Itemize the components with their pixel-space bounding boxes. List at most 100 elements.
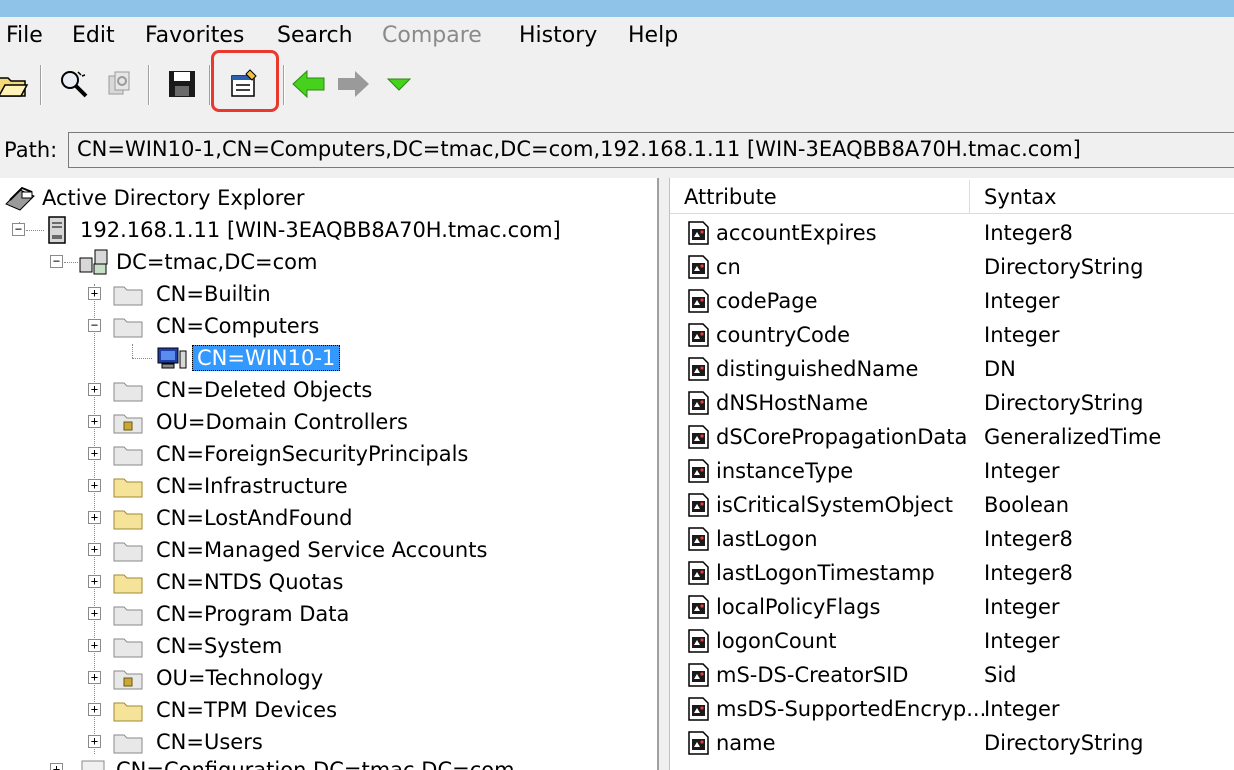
attribute-icon [688,255,709,279]
tree-node-server[interactable]: − 192.168.1.11 [WIN-3EAQBB8A70H.tmac.com… [12,214,561,246]
attribute-row[interactable]: dNSHostName DirectoryString [670,386,1234,420]
folder-icon [113,702,143,722]
tree-root-label: Active Directory Explorer [42,186,305,210]
tree-node-label: CN=LostAndFound [156,506,353,530]
attribute-row[interactable]: lastLogon Integer8 [670,522,1234,556]
expand-icon[interactable]: + [88,735,101,748]
save-icon[interactable] [163,65,201,103]
expand-icon[interactable]: + [88,511,101,524]
history-dropdown-icon[interactable] [380,65,418,103]
folder-icon [113,510,143,530]
server-icon [48,216,66,244]
attribute-row[interactable]: lastLogonTimestamp Integer8 [670,556,1234,590]
tree-node[interactable]: + CN=Managed Service Accounts [88,534,487,566]
attribute-row[interactable]: accountExpires Integer8 [670,216,1234,250]
tree-node[interactable]: + OU=Technology [88,662,323,694]
attribute-syntax: Integer [984,289,1060,313]
tree-node[interactable]: + CN=TPM Devices [88,694,337,726]
container-icon [113,286,143,306]
back-arrow-icon[interactable] [290,65,328,103]
menu-help[interactable]: Help [628,23,678,48]
properties-button-highlight [211,50,279,112]
search-icon[interactable] [55,65,93,103]
attribute-row[interactable]: codePage Integer [670,284,1234,318]
column-header-syntax[interactable]: Syntax [970,180,1234,214]
organizational-unit-icon [113,670,143,690]
collapse-icon[interactable]: − [50,255,63,268]
attribute-icon [688,357,709,381]
attribute-list: Attribute Syntax accountExpires Integer8 c… [669,178,1234,770]
attribute-name: msDS-SupportedEncryp... [716,697,987,721]
menu-search[interactable]: Search [277,23,353,48]
attribute-name: accountExpires [716,221,877,245]
tree-root-explorer[interactable]: Active Directory Explorer [2,182,305,214]
expand-icon[interactable]: + [88,543,101,556]
directory-tree: Active Directory Explorer − 192.168.1.11… [0,178,659,770]
collapse-icon[interactable]: − [88,319,101,332]
tree-node-label: CN=TPM Devices [156,698,338,722]
tree-node[interactable]: + CN=LostAndFound [88,502,352,534]
tree-node[interactable]: + CN=Deleted Objects [88,374,372,406]
attribute-syntax: Integer [984,323,1060,347]
expand-icon[interactable]: + [88,671,101,684]
computer-icon [157,347,187,369]
tree-node-label: CN=Deleted Objects [156,378,373,402]
menu-history[interactable]: History [519,23,597,48]
expand-icon[interactable]: + [88,415,101,428]
attribute-name: dSCorePropagationData [716,425,968,449]
attribute-syntax: DirectoryString [984,391,1144,415]
expand-icon[interactable]: + [88,607,101,620]
expand-icon[interactable]: + [88,287,101,300]
expand-icon[interactable]: + [50,763,63,770]
attribute-row[interactable]: dSCorePropagationData GeneralizedTime [670,420,1234,454]
tree-node-label: CN=ForeignSecurityPrincipals [156,442,469,466]
attribute-syntax: GeneralizedTime [984,425,1162,449]
expand-icon[interactable]: + [88,447,101,460]
tree-node-selected[interactable]: CN=WIN10-1 [154,342,341,374]
attribute-name: localPolicyFlags [716,595,881,619]
window-title-bar [0,0,1234,17]
attribute-row[interactable]: instanceType Integer [670,454,1234,488]
attribute-name: dNSHostName [716,391,869,415]
tree-node[interactable]: + CN=NTDS Quotas [88,566,343,598]
open-folder-icon[interactable] [0,65,32,103]
attribute-icon [688,663,709,687]
tree-node[interactable]: + CN=System [88,630,282,662]
attribute-row[interactable]: isCriticalSystemObject Boolean [670,488,1234,522]
menu-favorites[interactable]: Favorites [145,23,244,48]
tree-node-label: CN=Infrastructure [156,474,348,498]
attribute-row[interactable]: localPolicyFlags Integer [670,590,1234,624]
menu-edit[interactable]: Edit [72,23,115,48]
tree-node[interactable]: + CN=ForeignSecurityPrincipals [88,438,468,470]
container-icon [113,318,143,338]
container-icon [113,638,143,658]
attribute-icon [688,595,709,619]
tree-node[interactable]: − CN=Computers [88,310,319,342]
attribute-row[interactable]: msDS-SupportedEncryp... Integer [670,692,1234,726]
attribute-syntax: Integer [984,595,1060,619]
tree-node[interactable]: + CN=Infrastructure [88,470,348,502]
expand-icon[interactable]: + [88,575,101,588]
attribute-row[interactable]: logonCount Integer [670,624,1234,658]
attribute-row[interactable]: cn DirectoryString [670,250,1234,284]
column-header-attribute[interactable]: Attribute [670,180,970,214]
expand-icon[interactable]: + [88,383,101,396]
path-field[interactable]: CN=WIN10-1,CN=Computers,DC=tmac,DC=com,1… [68,132,1234,168]
expand-icon[interactable]: + [88,479,101,492]
attribute-row[interactable]: mS-DS-CreatorSID Sid [670,658,1234,692]
tree-node[interactable]: + CN=Program Data [88,598,349,630]
pane-splitter[interactable] [659,178,669,770]
collapse-icon[interactable]: − [12,223,25,236]
attribute-row[interactable]: countryCode Integer [670,318,1234,352]
attribute-row[interactable]: distinguishedName DN [670,352,1234,386]
expand-icon[interactable]: + [88,639,101,652]
menu-bar: File Edit Favorites Search Compare Histo… [0,17,1234,57]
domain-icon [79,249,108,275]
attribute-row[interactable]: name DirectoryString [670,726,1234,760]
expand-icon[interactable]: + [88,703,101,716]
tree-node[interactable]: + OU=Domain Controllers [88,406,408,438]
menu-file[interactable]: File [6,23,43,48]
tree-node-domain[interactable]: − DC=tmac,DC=com [50,246,318,278]
tree-node[interactable]: + CN=Builtin [88,278,271,310]
tree-node-partial[interactable]: + CN=Configuration,DC=tmac,DC=com [50,754,515,770]
